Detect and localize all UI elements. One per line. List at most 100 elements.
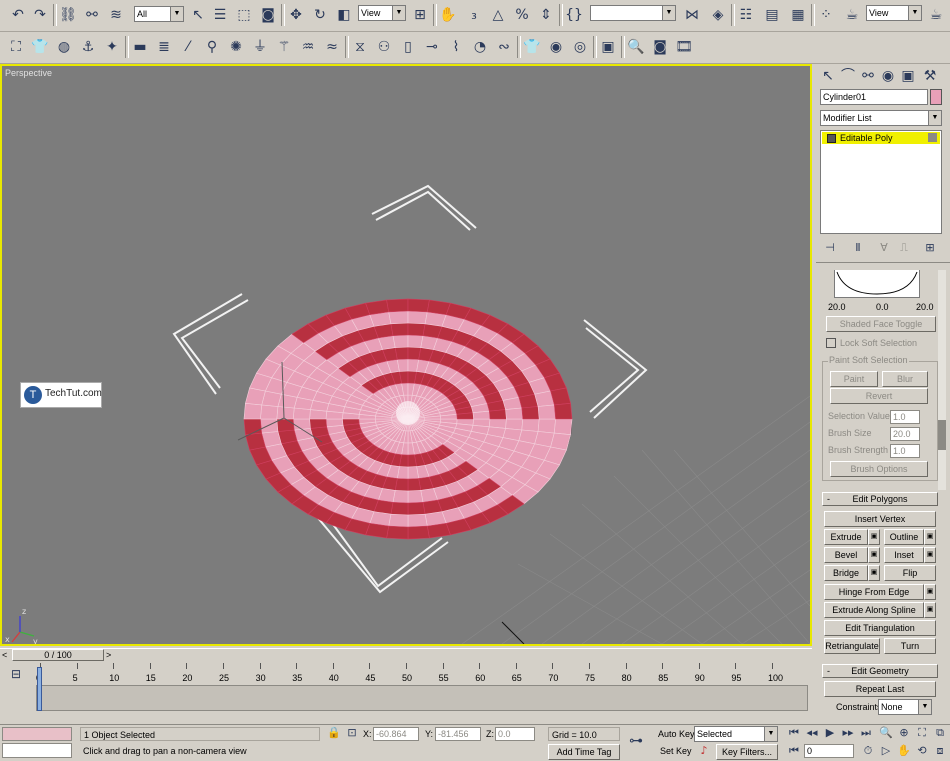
- select-object-icon[interactable]: ↖: [188, 5, 208, 25]
- motion-tab-icon[interactable]: ◉: [878, 66, 898, 86]
- edit-geometry-rollout-header[interactable]: - Edit Geometry: [822, 664, 938, 678]
- go-to-end-icon[interactable]: ⏭: [856, 723, 876, 743]
- select-and-rotate-icon[interactable]: ↻: [310, 5, 330, 25]
- time-slider-thumb[interactable]: 0 / 100: [12, 649, 104, 661]
- analyze-world-icon[interactable]: 🔍: [626, 37, 646, 57]
- dashpot-icon[interactable]: ⁄: [178, 37, 198, 57]
- outline-button[interactable]: Outline: [884, 529, 924, 545]
- pivot-center-icon[interactable]: ⊞: [410, 5, 430, 25]
- current-frame-indicator[interactable]: [37, 667, 42, 711]
- z-coordinate-field[interactable]: 0.0: [495, 727, 535, 741]
- perspective-viewport[interactable]: Perspective z x y T TechTut.com: [0, 64, 812, 646]
- redo-icon[interactable]: ↷: [30, 5, 50, 25]
- time-slider-next-icon[interactable]: >: [106, 650, 116, 661]
- extrude-along-spline-button[interactable]: Extrude Along Spline: [824, 602, 924, 618]
- select-and-move-icon[interactable]: ✥: [286, 5, 306, 25]
- preview-animation-icon[interactable]: ◙: [650, 37, 670, 57]
- window-crossing-icon[interactable]: ◙: [258, 5, 278, 25]
- unlink-selection-icon[interactable]: ⚯: [82, 5, 102, 25]
- hierarchy-tab-icon[interactable]: ⚯: [858, 66, 878, 86]
- paint-button[interactable]: Paint: [830, 371, 878, 387]
- repeat-last-button[interactable]: Repeat Last: [824, 681, 936, 697]
- motor-icon[interactable]: ⚲: [202, 37, 222, 57]
- plane-icon[interactable]: ▬: [130, 37, 150, 57]
- deforming-mesh-icon[interactable]: ✦: [102, 37, 122, 57]
- y-coordinate-field[interactable]: -81.456: [435, 727, 481, 741]
- hinge-from-edge-button[interactable]: Hinge From Edge: [824, 584, 924, 600]
- edit-named-selection-icon[interactable]: {}: [564, 5, 584, 25]
- current-frame-field[interactable]: 0: [804, 744, 854, 758]
- key-mode-toggle-icon[interactable]: ⏮: [784, 741, 804, 761]
- edit-triangulation-button[interactable]: Edit Triangulation: [824, 620, 936, 636]
- blur-button[interactable]: Blur: [882, 371, 928, 387]
- time-configuration-icon[interactable]: ⏱: [858, 741, 878, 761]
- zoom-extents-icon[interactable]: ⛶: [912, 723, 932, 743]
- extrude-spline-settings-icon[interactable]: ▣: [924, 602, 936, 618]
- zoom-extents-all-icon[interactable]: ⧉: [930, 723, 950, 743]
- bevel-settings-icon[interactable]: ▣: [868, 547, 880, 563]
- soft-body-icon[interactable]: ◍: [54, 37, 74, 57]
- x-coordinate-field[interactable]: -60.864: [373, 727, 419, 741]
- modify-tab-icon[interactable]: ⌒: [838, 66, 858, 86]
- mirror-icon[interactable]: ⋈: [682, 5, 702, 25]
- extrude-button[interactable]: Extrude: [824, 529, 868, 545]
- remove-modifier-icon[interactable]: ⎍: [894, 238, 914, 258]
- rope-collection-icon[interactable]: ⚓: [78, 37, 98, 57]
- default-in-out-tangent-icon[interactable]: ♪: [694, 741, 714, 761]
- car-wheel-icon[interactable]: ⊸: [422, 37, 442, 57]
- constraints-dropdown[interactable]: None ▼: [878, 699, 932, 715]
- select-by-name-icon[interactable]: ☰: [210, 5, 230, 25]
- snaps-toggle-icon[interactable]: ₃: [464, 5, 484, 25]
- configure-modifier-sets-icon[interactable]: ⊞: [920, 238, 940, 258]
- create-animation-icon[interactable]: 🎞: [674, 37, 694, 57]
- mini-curve-editor-icon[interactable]: ⊟: [6, 664, 26, 684]
- auto-key-button[interactable]: Auto Key: [658, 729, 695, 739]
- bridge-button[interactable]: Bridge: [824, 565, 868, 581]
- extrude-settings-icon[interactable]: ▣: [868, 529, 880, 545]
- object-color-swatch[interactable]: [930, 89, 942, 105]
- water-icon[interactable]: ♒: [298, 37, 318, 57]
- rigid-body-icon[interactable]: ⛶: [6, 37, 26, 57]
- pan-view-icon[interactable]: ✋: [894, 741, 914, 761]
- selection-lock-icon[interactable]: 🔒: [324, 723, 344, 743]
- hinge-constraint-icon[interactable]: ⧖: [350, 37, 370, 57]
- ball-socket-icon[interactable]: ◔: [470, 37, 490, 57]
- inset-button[interactable]: Inset: [884, 547, 924, 563]
- pin-stack-icon[interactable]: ⊣: [820, 238, 840, 258]
- cloth-modifier-icon[interactable]: 👕: [522, 37, 542, 57]
- set-key-button[interactable]: Set Key: [660, 746, 692, 756]
- point-to-point-icon[interactable]: ⚇: [374, 37, 394, 57]
- quick-render-icon[interactable]: ☕: [926, 5, 946, 25]
- ragdoll-icon[interactable]: ∾: [494, 37, 514, 57]
- render-view-dropdown[interactable]: View ▼: [866, 5, 922, 21]
- selection-filter-dropdown[interactable]: All ▼: [134, 6, 184, 22]
- bridge-settings-icon[interactable]: ▣: [868, 565, 880, 581]
- softbody-modifier-icon[interactable]: ◉: [546, 37, 566, 57]
- manipulate-icon[interactable]: ✋: [438, 5, 458, 25]
- make-unique-icon[interactable]: ∀: [874, 238, 894, 258]
- schematic-view-icon[interactable]: ▦: [788, 5, 808, 25]
- prismatic-icon[interactable]: ▯: [398, 37, 418, 57]
- maximize-viewport-icon[interactable]: ⧈: [930, 741, 950, 761]
- inset-settings-icon[interactable]: ▣: [924, 547, 936, 563]
- display-tab-icon[interactable]: ▣: [898, 66, 918, 86]
- cloth-collection-icon[interactable]: 👕: [30, 37, 50, 57]
- constraint-solver-icon[interactable]: ≈: [322, 37, 342, 57]
- align-icon[interactable]: ◈: [708, 5, 728, 25]
- maxscript-listener-mini[interactable]: [2, 727, 72, 741]
- select-and-link-icon[interactable]: ⛓: [58, 5, 78, 25]
- set-key-icon[interactable]: ⊶: [626, 731, 646, 751]
- utilities-tab-icon[interactable]: ⚒: [920, 66, 940, 86]
- percent-snap-icon[interactable]: %: [512, 5, 532, 25]
- turn-button[interactable]: Turn: [884, 638, 936, 654]
- bind-to-space-warp-icon[interactable]: ≋: [106, 5, 126, 25]
- select-and-scale-icon[interactable]: ◧: [334, 5, 354, 25]
- modifier-list-dropdown[interactable]: Modifier List ▼: [820, 110, 942, 126]
- point-to-path-icon[interactable]: ⌇: [446, 37, 466, 57]
- outline-settings-icon[interactable]: ▣: [924, 529, 936, 545]
- stack-item-toggle-icon[interactable]: [928, 133, 937, 142]
- edit-polygons-rollout-header[interactable]: - Edit Polygons: [822, 492, 938, 506]
- layer-manager-icon[interactable]: ☷: [736, 5, 756, 25]
- create-tab-icon[interactable]: ↖: [818, 66, 838, 86]
- cylinder-top[interactable]: [243, 298, 573, 540]
